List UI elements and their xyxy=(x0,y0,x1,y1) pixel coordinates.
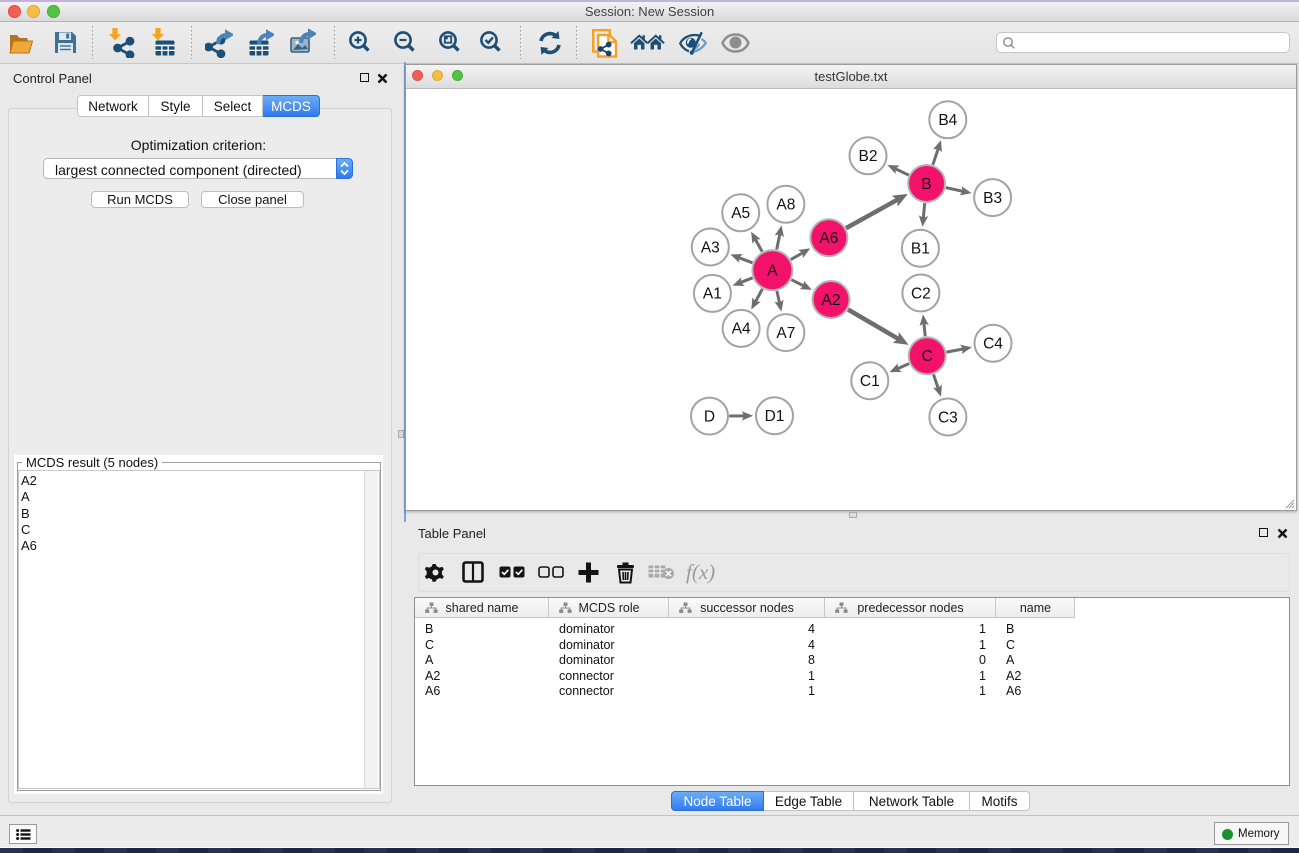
svg-text:A8: A8 xyxy=(776,197,795,214)
svg-text:A2: A2 xyxy=(822,292,841,309)
svg-text:C2: C2 xyxy=(911,285,931,302)
svg-text:D: D xyxy=(704,408,715,425)
svg-text:A6: A6 xyxy=(819,230,838,247)
svg-text:B: B xyxy=(921,176,931,193)
svg-text:B2: B2 xyxy=(859,148,878,165)
svg-text:D1: D1 xyxy=(765,408,785,425)
svg-text:A1: A1 xyxy=(703,286,722,303)
svg-text:B1: B1 xyxy=(911,241,930,258)
svg-text:C4: C4 xyxy=(983,336,1003,353)
svg-text:A5: A5 xyxy=(731,205,750,222)
svg-text:C: C xyxy=(922,348,933,365)
svg-text:C1: C1 xyxy=(860,373,880,390)
svg-text:B4: B4 xyxy=(938,112,957,129)
svg-text:C3: C3 xyxy=(938,409,958,426)
svg-text:B3: B3 xyxy=(983,190,1002,207)
svg-text:A3: A3 xyxy=(701,239,720,256)
svg-text:A4: A4 xyxy=(732,321,751,338)
svg-text:A: A xyxy=(767,263,778,280)
svg-text:A7: A7 xyxy=(776,325,795,342)
